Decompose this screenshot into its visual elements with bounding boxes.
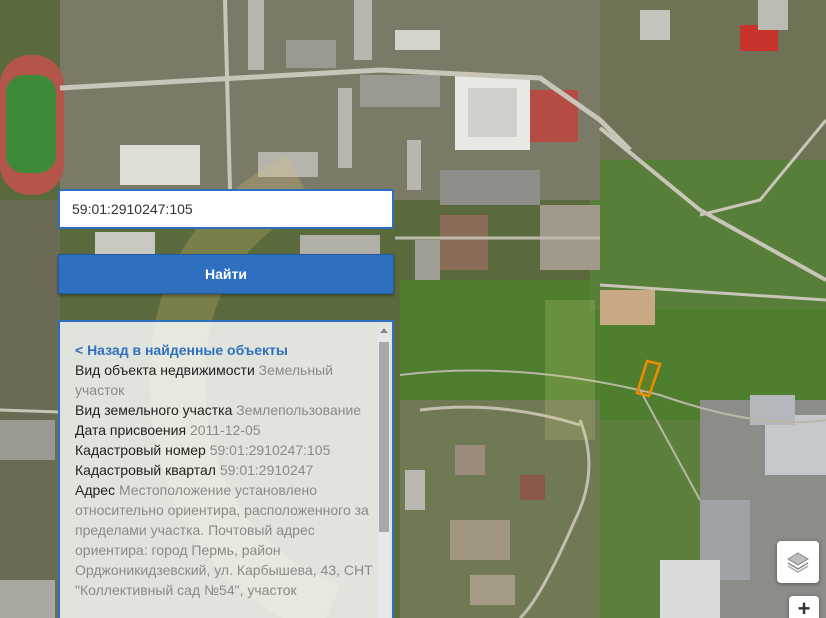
zoom-in-button[interactable]: + — [789, 596, 819, 618]
info-label: Дата присвоения — [75, 422, 187, 438]
info-value: 59:01:2910247:105 — [209, 442, 331, 458]
object-info-panel: < Назад в найденные объекты Вид объекта … — [58, 320, 394, 618]
info-row-address: Адрес Местоположение установлено относит… — [75, 480, 375, 600]
info-label: Вид земельного участка — [75, 402, 233, 418]
info-value: 2011-12-05 — [189, 422, 261, 438]
scroll-thumb[interactable] — [379, 342, 389, 532]
info-row-assign-date: Дата присвоения 2011-12-05 — [75, 420, 375, 440]
info-row-cadastral-quarter: Кадастровый квартал 59:01:2910247 — [75, 460, 375, 480]
info-value: Землепользование — [236, 402, 362, 418]
panel-scrollbar[interactable] — [378, 326, 390, 618]
find-button[interactable]: Найти — [58, 254, 394, 294]
info-label: Вид объекта недвижимости — [75, 362, 255, 378]
info-content: < Назад в найденные объекты Вид объекта … — [75, 340, 375, 600]
info-row-land-type: Вид земельного участка Землепользование — [75, 400, 375, 420]
back-to-results-link[interactable]: < Назад в найденные объекты — [75, 340, 375, 360]
scroll-up-arrow-icon[interactable] — [380, 328, 388, 333]
info-label: Кадастровый квартал — [75, 462, 216, 478]
cadastral-search-input[interactable] — [58, 189, 394, 229]
info-value: Местоположение установлено относительно … — [75, 482, 373, 598]
info-label: Кадастровый номер — [75, 442, 206, 458]
info-row-cadastral-number: Кадастровый номер 59:01:2910247:105 — [75, 440, 375, 460]
clearing — [600, 290, 655, 325]
layers-button[interactable] — [777, 541, 819, 583]
info-label: Адрес — [75, 482, 116, 498]
info-value: 59:01:2910247 — [219, 462, 314, 478]
layers-icon — [787, 552, 809, 573]
info-row-object-type: Вид объекта недвижимости Земельный участ… — [75, 360, 375, 400]
